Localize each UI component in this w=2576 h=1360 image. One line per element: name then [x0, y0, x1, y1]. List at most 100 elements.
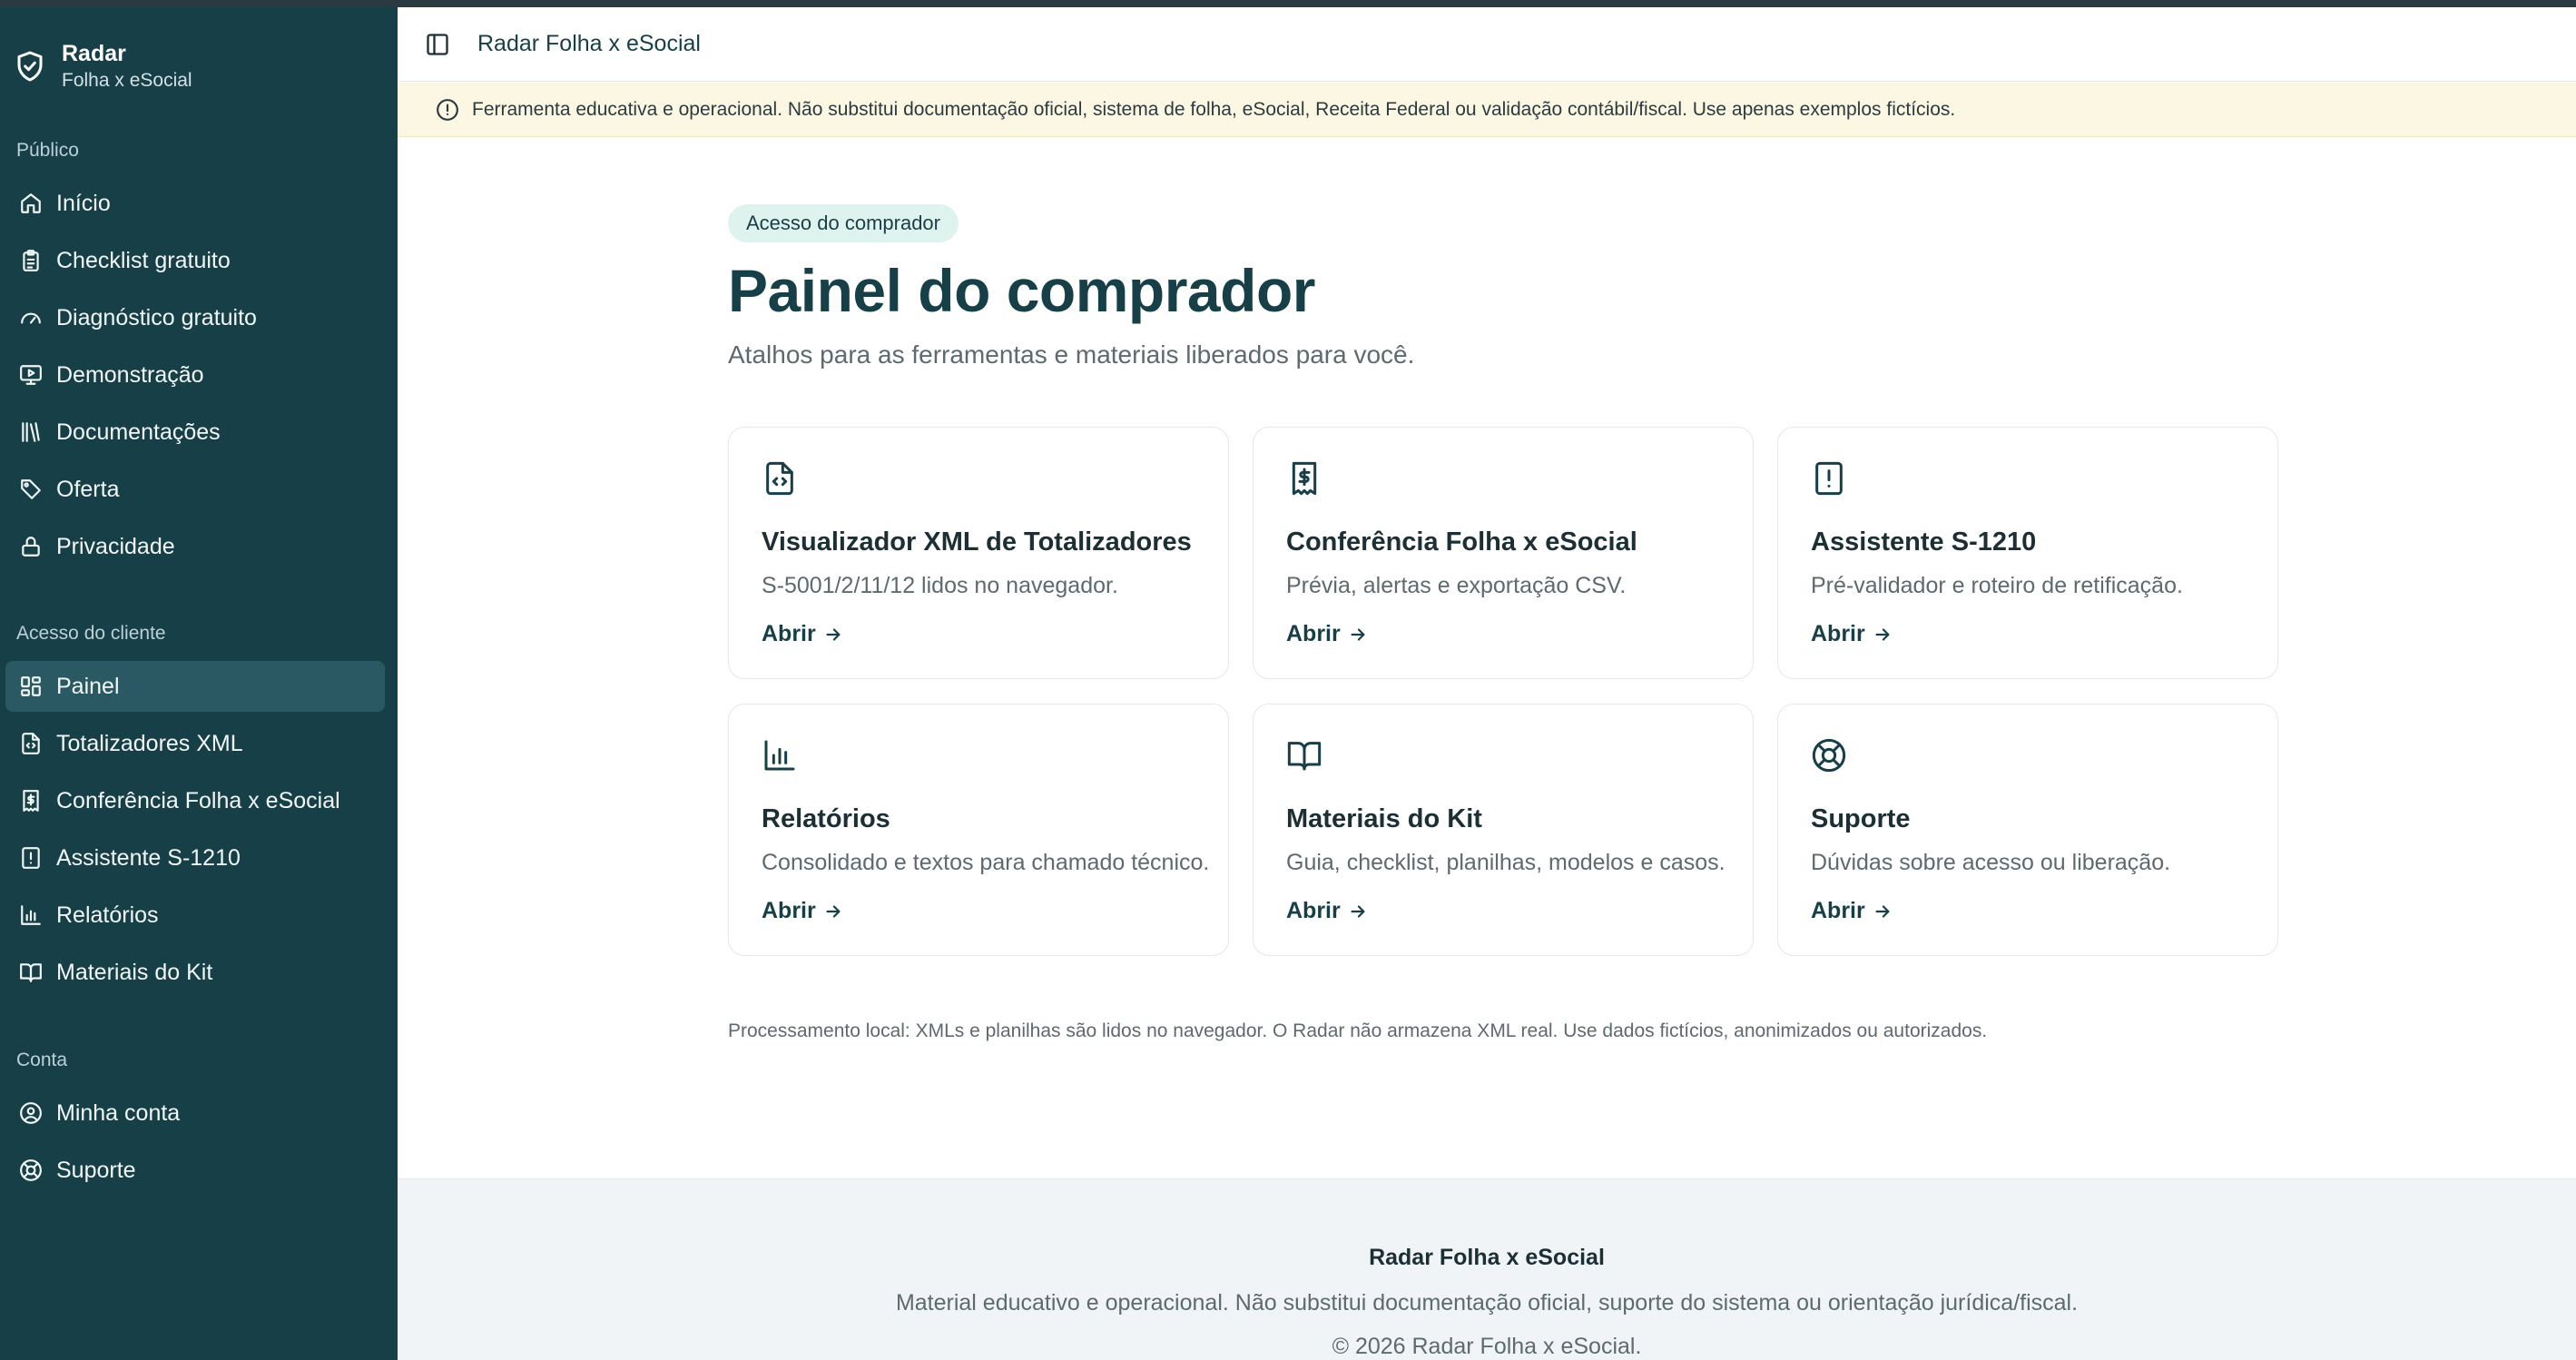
card-description: Prévia, alertas e exportação CSV. [1286, 573, 1627, 598]
sidebar-item-label: Materiais do Kit [56, 959, 213, 985]
sidebar-item-label: Totalizadores XML [56, 730, 243, 756]
file-code-icon [18, 731, 44, 756]
sidebar-item-checklist[interactable]: Checklist gratuito [5, 235, 385, 286]
life-buoy-icon [1811, 737, 1847, 774]
gauge-icon [18, 305, 44, 330]
card-open-link[interactable]: Abrir [1811, 621, 1893, 647]
sidebar-item-label: Oferta [56, 476, 120, 502]
card-relatorios[interactable]: Relatórios Consolidado e textos para cha… [728, 704, 1229, 956]
sidebar-item-label: Suporte [56, 1157, 136, 1183]
card-visualizador-xml[interactable]: Visualizador XML de Totalizadores S-5001… [728, 427, 1229, 679]
brand-title: Radar [62, 41, 126, 66]
section-label-publico: Público [16, 140, 79, 161]
card-description: S-5001/2/11/12 lidos no navegador. [762, 573, 1118, 598]
sidebar-item-label: Relatórios [56, 902, 159, 928]
page-title: Painel do comprador [728, 257, 1315, 324]
bar-chart-icon [762, 737, 798, 774]
sidebar-item-label: Início [56, 190, 111, 216]
card-assistente-s1210[interactable]: Assistente S-1210 Pré-validador e roteir… [1777, 427, 2278, 679]
sidebar-item-materiais-kit[interactable]: Materiais do Kit [5, 947, 385, 998]
user-circle-icon [18, 1100, 44, 1126]
footer-title: Radar Folha x eSocial [1369, 1245, 1605, 1270]
sidebar-item-label: Privacidade [56, 533, 175, 559]
file-alert-icon [18, 845, 44, 871]
card-open-link[interactable]: Abrir [762, 898, 843, 924]
layout-grid-icon [18, 674, 44, 699]
arrow-right-icon [1351, 627, 1365, 641]
card-conferencia[interactable]: Conferência Folha x eSocial Prévia, aler… [1253, 427, 1754, 679]
sidebar-item-totalizadores-xml[interactable]: Totalizadores XML [5, 718, 385, 769]
section-label-conta: Conta [16, 1050, 68, 1070]
card-title: Relatórios [762, 804, 890, 833]
card-description: Dúvidas sobre acesso ou liberação. [1811, 850, 2171, 875]
life-buoy-icon [18, 1158, 44, 1183]
sidebar-item-label: Conferência Folha x eSocial [56, 787, 340, 813]
sidebar-item-suporte[interactable]: Suporte [5, 1145, 385, 1196]
sidebar-item-label: Painel [56, 673, 120, 699]
card-open-label: Abrir [1811, 898, 1865, 923]
card-title: Materiais do Kit [1286, 804, 1482, 833]
card-title: Suporte [1811, 804, 1911, 833]
arrow-right-icon [826, 627, 841, 641]
header-title: Radar Folha x eSocial [477, 31, 701, 56]
sidebar-item-assistente[interactable]: Assistente S-1210 [5, 833, 385, 883]
tag-icon [18, 477, 44, 502]
arrow-right-icon [1351, 904, 1365, 918]
page-subtitle: Atalhos para as ferramentas e materiais … [728, 340, 1415, 369]
local-processing-note: Processamento local: XMLs e planilhas sã… [728, 1020, 1988, 1041]
sidebar-toggle-icon[interactable] [418, 25, 457, 64]
lock-icon [18, 534, 44, 559]
sidebar-item-conferencia[interactable]: Conferência Folha x eSocial [5, 775, 385, 826]
card-description: Consolidado e textos para chamado técnic… [762, 850, 1210, 875]
bar-chart-icon [18, 902, 44, 928]
sidebar-item-label: Documentações [56, 419, 221, 445]
card-open-label: Abrir [762, 898, 816, 923]
arrow-right-icon [1875, 904, 1890, 918]
receipt-dollar-icon [18, 788, 44, 813]
clipboard-list-icon [18, 248, 44, 273]
brand[interactable]: Radar Folha x eSocial [13, 34, 192, 98]
arrow-right-icon [1875, 627, 1890, 641]
sidebar-item-inicio[interactable]: Início [5, 178, 385, 229]
library-icon [18, 419, 44, 445]
card-description: Pré-validador e roteiro de retificação. [1811, 573, 2183, 598]
sidebar-item-oferta[interactable]: Oferta [5, 464, 385, 515]
sidebar-item-relatorios[interactable]: Relatórios [5, 890, 385, 941]
card-description: Guia, checklist, planilhas, modelos e ca… [1286, 850, 1726, 875]
card-open-label: Abrir [1286, 621, 1341, 646]
section-label-acesso-cliente: Acesso do cliente [16, 623, 166, 644]
card-open-link[interactable]: Abrir [762, 621, 843, 647]
window-top-strip [0, 0, 2576, 7]
sidebar-item-demonstracao[interactable]: Demonstração [5, 350, 385, 400]
brand-subtitle: Folha x eSocial [62, 70, 192, 91]
sidebar-item-painel[interactable]: Painel [5, 661, 385, 712]
top-header: Radar Folha x eSocial [398, 7, 2576, 82]
sidebar-item-label: Assistente S-1210 [56, 844, 241, 871]
card-suporte[interactable]: Suporte Dúvidas sobre acesso ou liberaçã… [1777, 704, 2278, 956]
card-open-link[interactable]: Abrir [1811, 898, 1893, 924]
book-open-icon [1286, 737, 1322, 774]
sidebar-item-label: Checklist gratuito [56, 247, 231, 273]
receipt-dollar-icon [1286, 460, 1322, 497]
card-title: Assistente S-1210 [1811, 527, 2037, 557]
sidebar: Radar Folha x eSocial Público Início Che… [0, 7, 398, 1360]
file-alert-icon [1811, 460, 1847, 497]
card-title: Conferência Folha x eSocial [1286, 527, 1637, 557]
footer-copyright: © 2026 Radar Folha x eSocial. [1332, 1334, 1642, 1359]
sidebar-item-diagnostico[interactable]: Diagnóstico gratuito [5, 292, 385, 343]
card-open-link[interactable]: Abrir [1286, 621, 1368, 647]
book-open-icon [18, 960, 44, 985]
sidebar-item-privacidade[interactable]: Privacidade [5, 521, 385, 572]
card-open-label: Abrir [1811, 621, 1865, 646]
arrow-right-icon [826, 904, 841, 918]
card-open-label: Abrir [1286, 898, 1341, 923]
sidebar-item-documentacoes[interactable]: Documentações [5, 407, 385, 458]
monitor-play-icon [18, 362, 44, 388]
sidebar-item-label: Demonstração [56, 361, 204, 388]
disclaimer-text: Ferramenta educativa e operacional. Não … [472, 98, 1956, 120]
card-open-link[interactable]: Abrir [1286, 898, 1368, 924]
sidebar-item-label: Minha conta [56, 1099, 181, 1126]
card-materiais-kit[interactable]: Materiais do Kit Guia, checklist, planil… [1253, 704, 1754, 956]
access-badge: Acesso do comprador [728, 204, 959, 242]
sidebar-item-minha-conta[interactable]: Minha conta [5, 1088, 385, 1138]
